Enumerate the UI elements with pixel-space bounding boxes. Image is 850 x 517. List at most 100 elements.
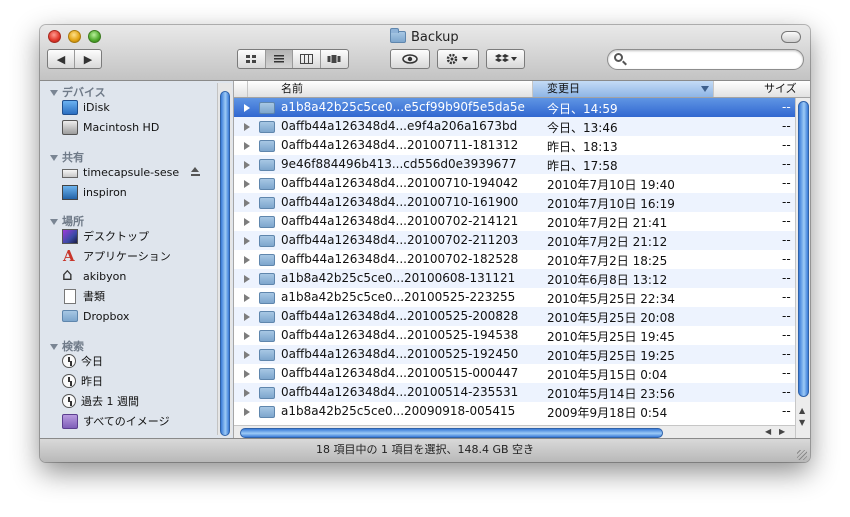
file-row[interactable]: 0affb44a126348d4...20100702-214121 2010年7… xyxy=(234,212,810,231)
scroll-down-arrow-icon[interactable]: ▼ xyxy=(799,418,805,427)
disclosure-triangle-icon[interactable] xyxy=(244,161,250,169)
file-name: 0affb44a126348d4...20100515-000447 xyxy=(281,366,519,380)
file-row[interactable]: 0affb44a126348d4...20100525-192450 2010年5… xyxy=(234,345,810,364)
file-row[interactable]: 0affb44a126348d4...20100515-000447 2010年5… xyxy=(234,364,810,383)
sidebar-item[interactable]: アプリケーション xyxy=(62,247,171,265)
file-row[interactable]: 0affb44a126348d4...20100710-161900 2010年7… xyxy=(234,193,810,212)
sidebar-item[interactable]: 今日 xyxy=(62,352,103,370)
back-button[interactable]: ◀ xyxy=(48,50,75,68)
column-header-date[interactable]: 変更日 xyxy=(533,81,714,97)
file-row[interactable]: a1b8a42b25c5ce0...20090918-005415 2009年9月… xyxy=(234,402,810,421)
column-header-size[interactable]: サイズ xyxy=(714,81,810,97)
file-size: -- xyxy=(782,233,791,247)
sidebar-item[interactable]: akibyon xyxy=(62,265,126,285)
icon-view-button[interactable] xyxy=(238,50,266,68)
sidebar-item[interactable]: 過去 1 週間 xyxy=(62,392,139,410)
disclosure-triangle-icon[interactable] xyxy=(244,275,250,283)
scroll-left-arrow-icon[interactable]: ◀ xyxy=(765,427,771,436)
disclosure-triangle-icon[interactable] xyxy=(50,90,58,96)
folder-icon xyxy=(259,102,275,114)
sidebar-item-label: 書類 xyxy=(83,290,105,303)
disclosure-triangle-icon[interactable] xyxy=(244,104,250,112)
coverflow-view-button[interactable] xyxy=(321,50,348,68)
toolbar-toggle-button[interactable] xyxy=(781,31,801,43)
file-size: -- xyxy=(782,271,791,285)
sidebar-item[interactable]: Macintosh HD xyxy=(62,118,159,136)
disclosure-triangle-icon[interactable] xyxy=(244,370,250,378)
file-modified-date: 2009年9月18日 0:54 xyxy=(547,406,668,420)
sidebar-item[interactable]: inspiron xyxy=(62,183,127,201)
sidebar-item[interactable]: Dropbox xyxy=(62,307,129,325)
sidebar-item[interactable]: iDisk xyxy=(62,98,110,116)
minimize-window-button[interactable] xyxy=(68,30,81,43)
action-menu-button[interactable] xyxy=(438,50,478,68)
disclosure-triangle-icon[interactable] xyxy=(244,123,250,131)
file-row[interactable]: a1b8a42b25c5ce0...e5cf99b90f5e5da5e 今日、14… xyxy=(234,98,810,117)
search-field[interactable] xyxy=(607,49,804,70)
sidebar-item[interactable]: すべてのイメージ xyxy=(62,412,170,430)
file-row[interactable]: 0affb44a126348d4...20100710-194042 2010年7… xyxy=(234,174,810,193)
eye-icon xyxy=(402,54,418,64)
file-row[interactable]: 0affb44a126348d4...20100525-194538 2010年5… xyxy=(234,326,810,345)
file-row[interactable]: 0affb44a126348d4...20100702-182528 2010年7… xyxy=(234,250,810,269)
file-size: -- xyxy=(782,385,791,399)
file-row[interactable]: 0affb44a126348d4...20100525-200828 2010年5… xyxy=(234,307,810,326)
dropbox-menu-button[interactable] xyxy=(487,50,524,68)
file-modified-date: 2010年7月2日 21:41 xyxy=(547,216,668,230)
file-row[interactable]: 9e46f884496b413...cd556d0e3939677 昨日、17:5… xyxy=(234,155,810,174)
sidebar-scroll-thumb[interactable] xyxy=(220,91,230,436)
scroll-up-arrow-icon[interactable]: ▲ xyxy=(799,406,805,415)
close-window-button[interactable] xyxy=(48,30,61,43)
applications-icon xyxy=(62,247,78,265)
file-row[interactable]: a1b8a42b25c5ce0...20100608-131121 2010年6月… xyxy=(234,269,810,288)
disclosure-triangle-icon[interactable] xyxy=(50,219,58,225)
forward-button[interactable]: ▶ xyxy=(75,50,101,68)
file-row[interactable]: 0affb44a126348d4...e9f4a206a1673bd 今日、13:… xyxy=(234,117,810,136)
column-header-name[interactable]: 名前 xyxy=(248,81,533,97)
disclosure-triangle-icon[interactable] xyxy=(244,408,250,416)
file-row[interactable]: a1b8a42b25c5ce0...20100525-223255 2010年5月… xyxy=(234,288,810,307)
sidebar-item[interactable]: timecapsule-sese xyxy=(62,163,212,181)
disclosure-triangle-icon[interactable] xyxy=(244,142,250,150)
sidebar-item[interactable]: 昨日 xyxy=(62,372,103,390)
disclosure-triangle-icon[interactable] xyxy=(244,332,250,340)
sidebar-scrollbar[interactable] xyxy=(217,83,232,436)
eject-icon[interactable] xyxy=(191,167,200,176)
file-modified-date: 2010年5月25日 20:08 xyxy=(547,311,675,325)
vertical-scrollbar[interactable]: ▲ ▼ xyxy=(795,98,810,438)
resize-grip-icon[interactable] xyxy=(797,450,807,460)
vertical-scroll-thumb[interactable] xyxy=(798,101,809,397)
file-row[interactable]: 0affb44a126348d4...20100711-181312 昨日、18:… xyxy=(234,136,810,155)
scroll-right-arrow-icon[interactable]: ▶ xyxy=(779,427,785,436)
disclosure-triangle-icon[interactable] xyxy=(244,294,250,302)
quicklook-button[interactable] xyxy=(391,50,429,68)
back-arrow-icon: ◀ xyxy=(56,52,66,66)
disclosure-triangle-icon[interactable] xyxy=(244,218,250,226)
disclosure-triangle-icon[interactable] xyxy=(244,351,250,359)
horizontal-scroll-thumb[interactable] xyxy=(240,428,663,438)
file-size: -- xyxy=(782,100,791,114)
disclosure-triangle-icon[interactable] xyxy=(50,344,58,350)
file-row[interactable]: 0affb44a126348d4...20100514-235531 2010年5… xyxy=(234,383,810,402)
horizontal-scrollbar[interactable]: ◀ ▶ xyxy=(234,425,795,438)
list-view-button[interactable] xyxy=(265,50,293,68)
disclosure-triangle-icon[interactable] xyxy=(244,313,250,321)
column-view-button[interactable] xyxy=(293,50,321,68)
folder-icon xyxy=(259,387,275,399)
disclosure-triangle-icon[interactable] xyxy=(244,199,250,207)
folder-icon xyxy=(259,216,275,228)
disclosure-triangle-icon[interactable] xyxy=(50,155,58,161)
file-size: -- xyxy=(782,366,791,380)
disclosure-triangle-icon[interactable] xyxy=(244,180,250,188)
disclosure-triangle-icon[interactable] xyxy=(244,256,250,264)
disclosure-triangle-icon[interactable] xyxy=(244,237,250,245)
sidebar-item[interactable]: 書類 xyxy=(62,287,105,305)
sidebar-item[interactable]: デスクトップ xyxy=(62,227,149,245)
zoom-window-button[interactable] xyxy=(88,30,101,43)
disclosure-triangle-icon[interactable] xyxy=(244,389,250,397)
title-bar[interactable]: Backup ◀ ▶ xyxy=(40,25,810,81)
file-list-pane: 名前 変更日 サイズ a1b8a42b25c5ce0...e5cf99b90f5… xyxy=(234,81,810,438)
file-size: -- xyxy=(782,157,791,171)
file-name: 0affb44a126348d4...e9f4a206a1673bd xyxy=(281,119,518,133)
file-row[interactable]: 0affb44a126348d4...20100702-211203 2010年7… xyxy=(234,231,810,250)
